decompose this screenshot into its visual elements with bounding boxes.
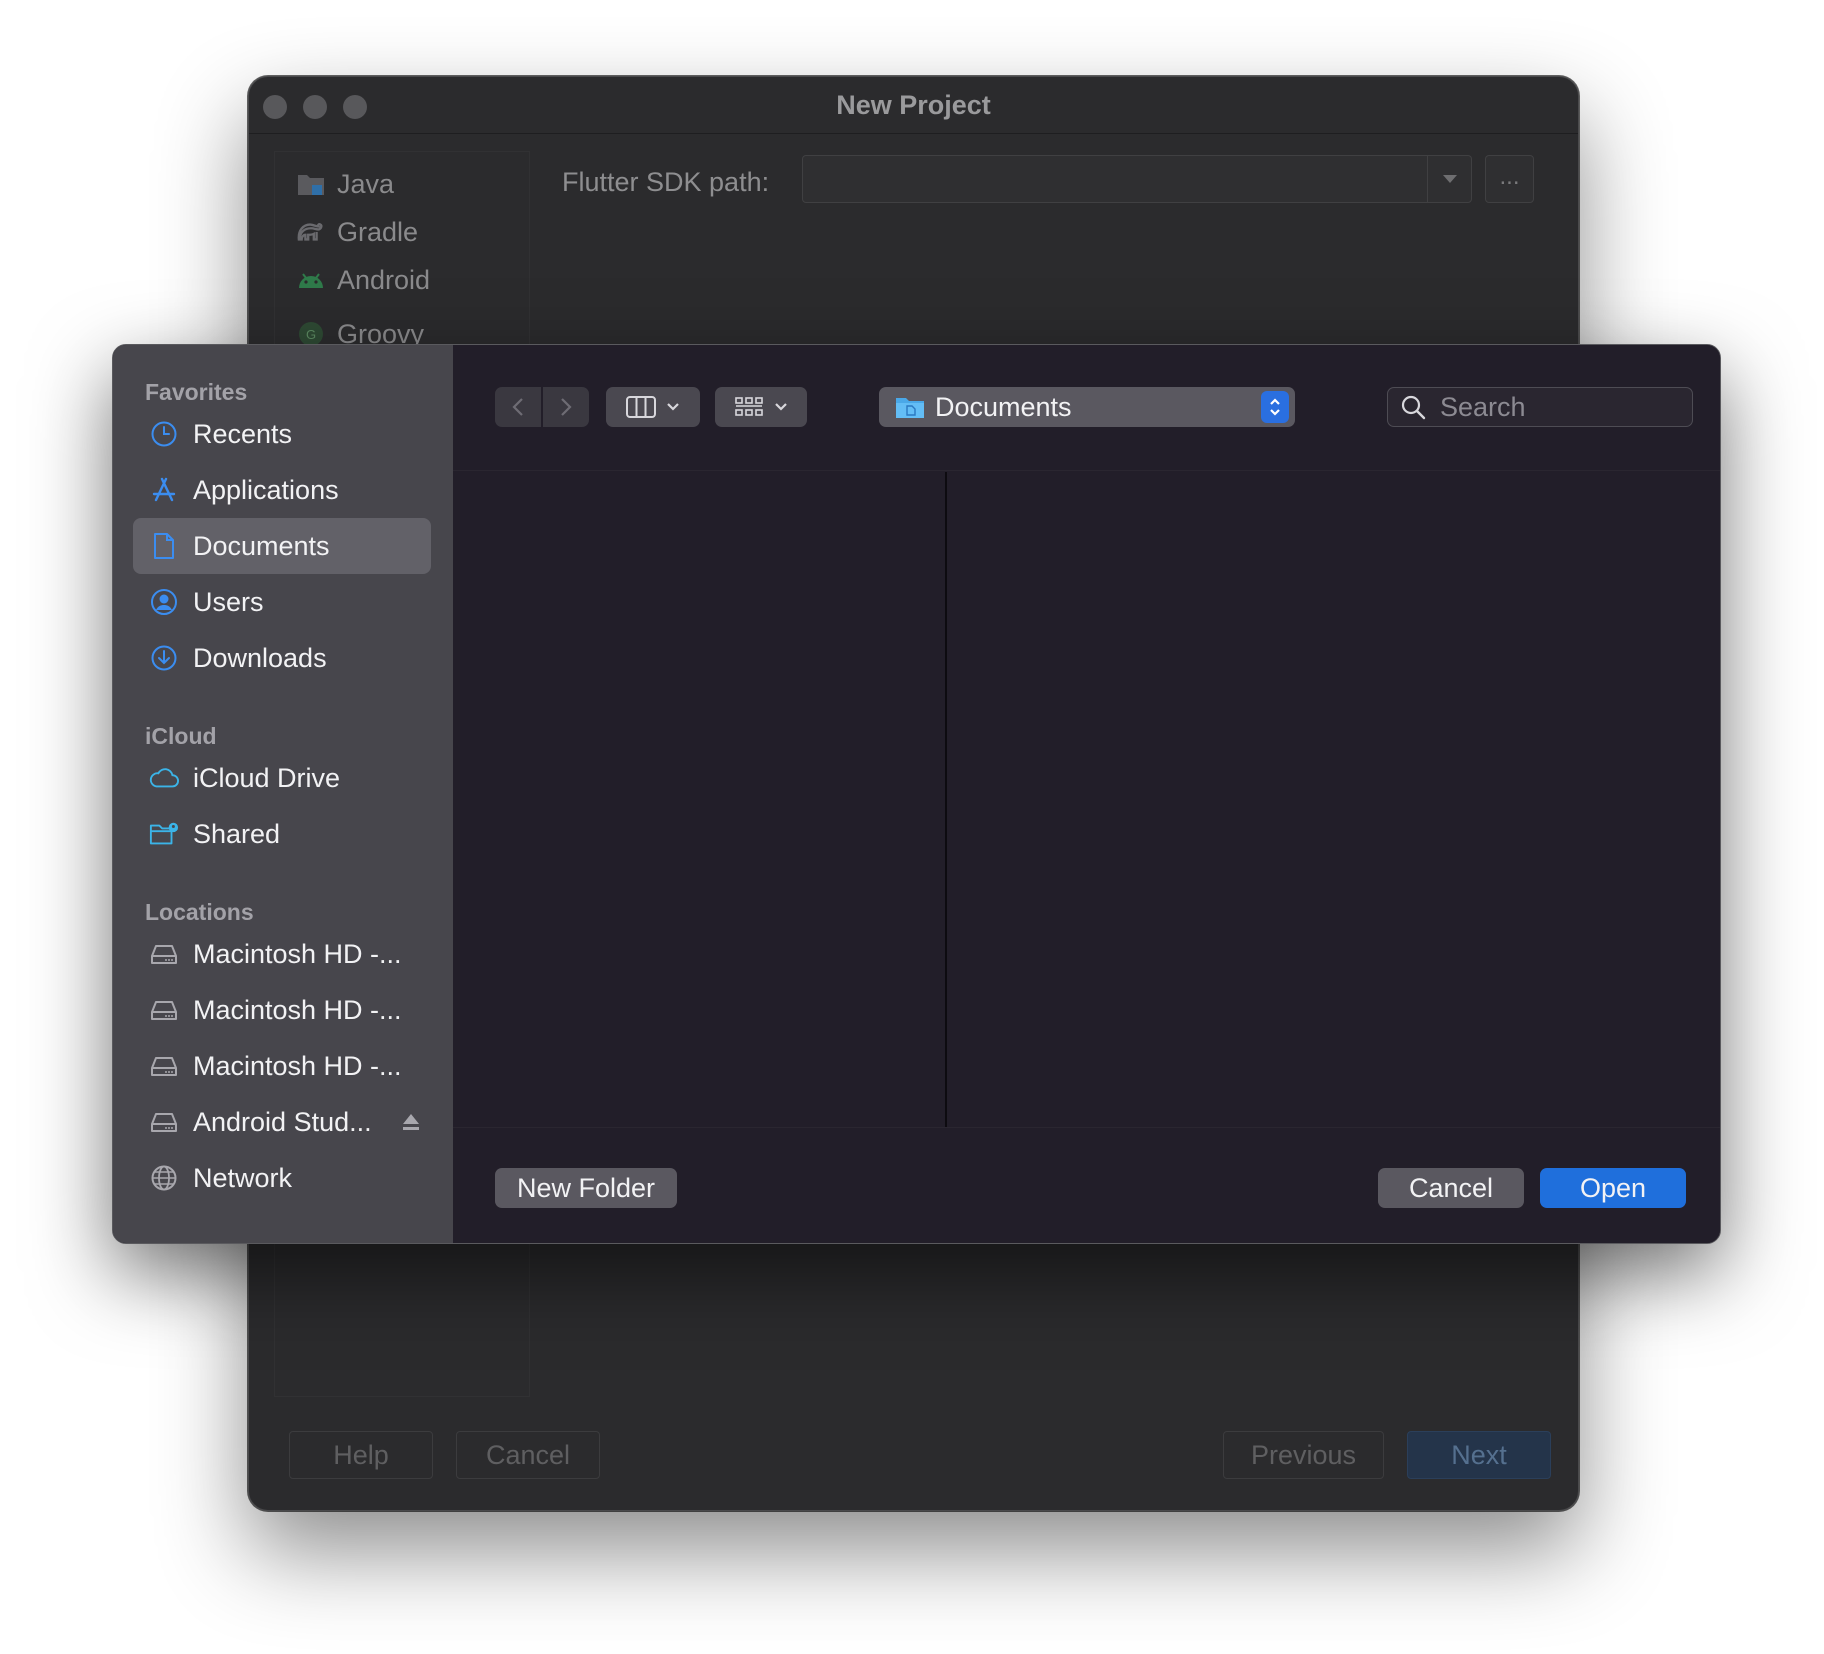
cloud-icon (149, 763, 179, 793)
sidebar-item-label: Shared (193, 818, 281, 849)
columns-icon (626, 396, 656, 418)
applications-icon (149, 475, 179, 505)
sidebar-item-label: Macintosh HD -... (193, 994, 402, 1025)
sidebar-item-label: iCloud Drive (193, 762, 341, 793)
project-type-gradle[interactable]: Gradle (297, 212, 418, 252)
help-button[interactable]: Help (289, 1431, 433, 1479)
next-button[interactable]: Next (1407, 1431, 1551, 1479)
sidebar-item-label: Macintosh HD -... (193, 938, 402, 969)
window-title: New Project (836, 90, 991, 120)
chevron-down-icon (775, 403, 787, 411)
back-button[interactable] (495, 387, 541, 427)
locations-heading: Locations (145, 899, 254, 925)
android-icon (297, 267, 325, 293)
project-type-label: Android (337, 264, 431, 295)
up-down-chevron-icon (1270, 398, 1280, 416)
sidebar-item-macintosh-hd-2[interactable]: Macintosh HD -... (133, 982, 431, 1038)
previous-button[interactable]: Previous (1223, 1431, 1384, 1479)
project-type-label: Java (337, 168, 395, 199)
chevron-left-icon (512, 398, 523, 416)
sidebar-item-macintosh-hd-3[interactable]: Macintosh HD -... (133, 1038, 431, 1094)
group-view-button[interactable] (715, 387, 807, 427)
flutter-sdk-label: Flutter SDK path: (562, 167, 770, 197)
sidebar-item-macintosh-hd-1[interactable]: Macintosh HD -... (133, 926, 431, 982)
open-button[interactable]: Open (1540, 1168, 1686, 1208)
download-icon (149, 643, 179, 673)
sidebar-item-label: Android Stud... (193, 1106, 372, 1137)
disk-icon (149, 1107, 179, 1137)
sidebar-item-label: Users (193, 586, 264, 617)
clock-icon (149, 419, 179, 449)
sidebar-item-documents[interactable]: Documents (133, 518, 431, 574)
dialog-content: Documents New Folder Cancel Open (453, 345, 1720, 1243)
sidebar-item-downloads[interactable]: Downloads (133, 630, 431, 686)
cancel-button[interactable]: Cancel (456, 1431, 600, 1479)
sidebar-item-network[interactable]: Network (133, 1150, 431, 1206)
user-icon (149, 587, 179, 617)
sidebar-item-icloud-drive[interactable]: iCloud Drive (133, 750, 431, 806)
svg-text:G: G (306, 327, 316, 342)
chevron-down-icon (1442, 175, 1457, 183)
document-icon (149, 531, 179, 561)
forward-button[interactable] (543, 387, 589, 427)
browse-sdk-button[interactable]: ... (1485, 155, 1534, 203)
chevron-right-icon (561, 398, 572, 416)
search-field[interactable] (1387, 387, 1693, 427)
gradle-icon (297, 219, 325, 245)
sidebar-item-applications[interactable]: Applications (133, 462, 431, 518)
project-type-java[interactable]: Java (297, 164, 394, 204)
file-browser (453, 472, 1720, 1127)
sidebar-item-android-studio[interactable]: Android Stud... (133, 1094, 431, 1150)
project-type-label: Gradle (337, 216, 419, 247)
new-folder-button[interactable]: New Folder (495, 1168, 677, 1208)
location-label: Documents (935, 391, 1072, 422)
sidebar-item-recents[interactable]: Recents (133, 406, 431, 462)
search-input[interactable] (1440, 391, 1660, 423)
icloud-heading: iCloud (145, 723, 217, 749)
location-stepper[interactable] (1261, 391, 1289, 423)
sidebar-item-label: Macintosh HD -... (193, 1050, 402, 1081)
folder-icon (297, 171, 325, 197)
disk-icon (149, 995, 179, 1025)
sdk-path-dropdown[interactable] (1427, 156, 1471, 202)
location-popup[interactable]: Documents (879, 387, 1295, 427)
favorites-heading: Favorites (145, 379, 248, 405)
open-file-dialog: Favorites Recents Applications Documents… (112, 344, 1721, 1244)
dialog-toolbar: Documents (453, 345, 1720, 471)
project-type-android[interactable]: Android (297, 260, 430, 300)
disk-icon (149, 1051, 179, 1081)
eject-icon[interactable] (400, 1111, 422, 1133)
sidebar-item-label: Documents (193, 530, 330, 561)
chevron-down-icon (667, 403, 679, 411)
disk-icon (149, 939, 179, 969)
window-titlebar: New Project (249, 77, 1578, 134)
browser-column-1[interactable] (453, 472, 947, 1127)
sidebar-item-label: Recents (193, 418, 293, 449)
sidebar-item-label: Downloads (193, 642, 327, 673)
sidebar-item-users[interactable]: Users (133, 574, 431, 630)
cancel-button[interactable]: Cancel (1378, 1168, 1524, 1208)
flutter-sdk-path-field[interactable] (802, 155, 1472, 203)
sidebar-item-label: Network (193, 1162, 293, 1193)
dialog-footer: New Folder Cancel Open (453, 1127, 1720, 1243)
browser-column-2[interactable] (949, 472, 1720, 1127)
grid-icon (735, 397, 763, 416)
column-view-button[interactable] (606, 387, 700, 427)
shared-folder-icon (149, 819, 179, 849)
globe-icon (149, 1163, 179, 1193)
sidebar-item-shared[interactable]: Shared (133, 806, 431, 862)
search-icon (1401, 395, 1426, 420)
dialog-sidebar: Favorites Recents Applications Documents… (113, 345, 453, 1243)
documents-folder-icon (896, 398, 924, 418)
sidebar-item-label: Applications (193, 474, 339, 505)
